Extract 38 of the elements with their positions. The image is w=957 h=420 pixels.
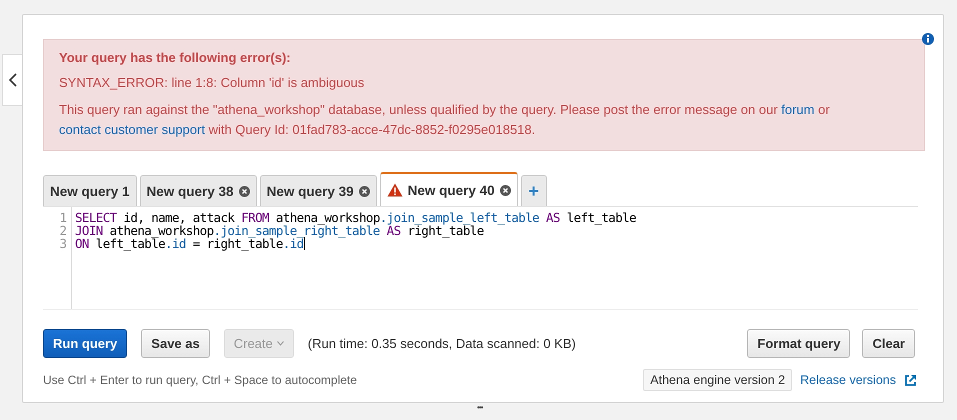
error-details: This query ran against the "athena_workshop" database, unless qualified by the query. Please post the error message on our forum or contact customer support with Query Id: 01fad783-acce-47dc-8852-f0295e018518.: [59, 101, 831, 139]
error-message: SYNTAX_ERROR: line 1:8: Column 'id' is ambiguous: [59, 75, 366, 90]
query-tab[interactable]: New query 38: [140, 175, 257, 206]
query-tab[interactable]: New query 40: [380, 172, 518, 206]
action-button[interactable]: Save as: [141, 329, 210, 358]
code-line: ON left_table.id = right_table.id: [75, 237, 305, 250]
tab-label: New query 40: [408, 182, 495, 198]
line-number: 3: [58, 237, 68, 250]
warning-icon: [386, 183, 403, 197]
shortcut-hint: Use Ctrl + Enter to run query, Ctrl + Space to autocomplete: [43, 373, 357, 387]
action-button[interactable]: Clear: [862, 329, 915, 358]
info-icon[interactable]: [922, 33, 934, 45]
caret-icon: [276, 341, 284, 346]
code-line: JOIN athena_workshop.join_sample_right_table AS right_table: [75, 224, 484, 237]
chevron-left-icon: [9, 73, 17, 87]
action-button[interactable]: Run query: [43, 329, 128, 358]
external-link-icon: [904, 374, 917, 386]
query-tab[interactable]: New query 1: [43, 175, 137, 206]
resize-handle[interactable]: •••: [477, 403, 482, 412]
close-icon[interactable]: [358, 186, 370, 196]
run-stats: (Run time: 0.35 seconds, Data scanned: 0 KB): [308, 336, 576, 351]
line-number: 2: [58, 224, 68, 237]
tab-label: New query 39: [266, 184, 354, 198]
code-line: SELECT id, name, attack FROM athena_workshop.join_sample_left_table AS left_table: [75, 211, 636, 224]
query-tab[interactable]: New query 39: [260, 175, 377, 206]
close-icon[interactable]: [238, 186, 250, 196]
tab-label: New query 38: [146, 184, 234, 198]
line-number: 1: [58, 211, 68, 224]
action-button[interactable]: Format query: [747, 329, 850, 358]
code-editor[interactable]: 1 2 3 SELECT id, name, attack FROM athena_workshop.join_sample_left_table AS left_table JOIN athena_workshop.join_sample_right_table AS right_table ON left_table.id = right_table.id: [43, 206, 918, 310]
collapse-tab[interactable]: [2, 54, 23, 106]
close-icon[interactable]: [500, 184, 511, 196]
engine-version-label: Athena engine version 2: [643, 369, 792, 391]
error-title: Your query has the following error(s):: [59, 50, 292, 65]
tab-label: New query 1: [50, 184, 130, 198]
link[interactable]: forum: [781, 102, 814, 117]
link[interactable]: contact customer support: [59, 122, 205, 137]
release-versions-link[interactable]: Release versions: [800, 373, 896, 387]
